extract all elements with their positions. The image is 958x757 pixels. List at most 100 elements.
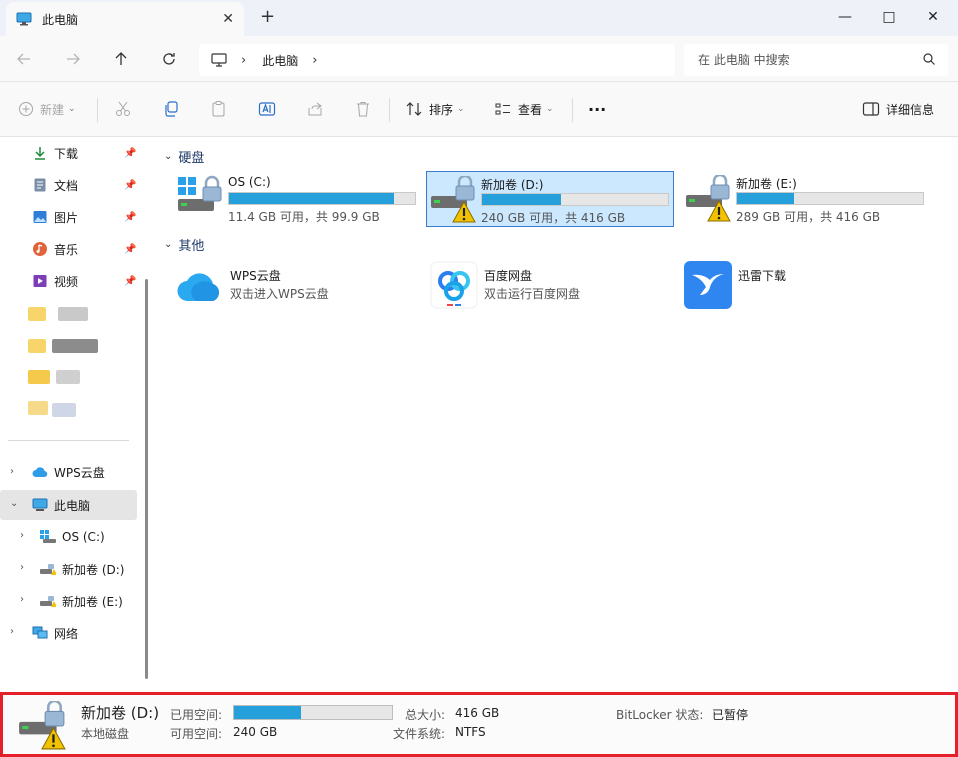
up-button[interactable] [109, 47, 133, 71]
drive-tile-d[interactable]: 新加卷 (D:) 240 GB 可用，共 416 GB [426, 171, 674, 227]
refresh-icon [163, 53, 175, 65]
app-tile-wps-cloud[interactable]: WPS云盘 双击进入WPS云盘 [176, 261, 396, 317]
drive-tile-c[interactable]: OS (C:) 11.4 GB 可用，共 99.9 GB [174, 171, 422, 227]
tab-this-pc[interactable]: 此电脑 ✕ [6, 2, 244, 36]
arrow-left-icon [17, 53, 30, 65]
sidebar-item-this-pc[interactable]: 此电脑 [32, 490, 132, 520]
search-box[interactable] [684, 44, 948, 76]
blurred-folder-label[interactable] [56, 370, 80, 384]
locked-drive-warning-icon [40, 564, 56, 575]
blurred-folder-icon[interactable] [28, 307, 46, 321]
used-space-fill [234, 706, 301, 719]
copy-button[interactable] [162, 97, 180, 121]
blurred-folder-icon[interactable] [28, 401, 48, 415]
locked-drive-warning-icon [431, 176, 476, 223]
trash-icon [357, 102, 369, 117]
chevron-right-icon[interactable]: › [20, 530, 24, 541]
refresh-button[interactable] [157, 47, 181, 71]
wps-cloud-icon [177, 273, 220, 302]
bitlocker-status-value: 已暂停 [712, 708, 749, 722]
chevron-right-icon[interactable]: › [312, 53, 317, 68]
view-button[interactable]: 查看 ⌄ [494, 97, 554, 121]
sidebar-item-wps-cloud[interactable]: WPS云盘 [32, 457, 132, 487]
chevron-right-icon[interactable]: › [10, 466, 14, 477]
blurred-folder-label[interactable] [52, 403, 76, 417]
pin-icon[interactable]: 📌 [124, 212, 136, 223]
blurred-folder-icon[interactable] [28, 370, 50, 384]
drive-free-space: 11.4 GB 可用，共 99.9 GB [228, 210, 380, 224]
pin-icon[interactable]: 📌 [124, 244, 136, 255]
cut-button[interactable] [114, 97, 132, 121]
sidebar-item-drive-c[interactable]: OS (C:) [40, 522, 140, 552]
paste-button[interactable] [210, 97, 228, 121]
blurred-folder-icon[interactable] [28, 339, 46, 353]
chevron-right-icon[interactable]: › [20, 562, 24, 573]
picture-icon [33, 211, 47, 223]
sidebar-scrollbar[interactable] [145, 279, 148, 679]
share-button[interactable] [306, 97, 324, 121]
app-name: 迅雷下载 [738, 269, 787, 283]
computer-icon [32, 498, 48, 511]
document-icon [34, 178, 46, 192]
chevron-right-icon[interactable]: › [20, 594, 24, 605]
tab-title: 此电脑 [42, 12, 79, 27]
capacity-fill [737, 193, 794, 204]
pin-icon[interactable]: 📌 [124, 148, 136, 159]
content-pane[interactable]: ⌄ 硬盘 OS (C:) 11.4 GB 可用，共 99.9 GB 新加卷 (D… [156, 137, 958, 692]
more-options-button[interactable]: ··· [588, 97, 606, 121]
new-tab-button[interactable]: + [260, 6, 275, 27]
app-tile-baidu-netdisk[interactable]: 百度网盘 双击运行百度网盘 [430, 261, 650, 317]
sort-button[interactable]: 排序 ⌄ [405, 97, 465, 121]
sidebar-item-documents[interactable]: 文档 📌 [32, 170, 142, 200]
rename-icon [258, 102, 276, 116]
sidebar-item-videos[interactable]: 视频 📌 [32, 266, 142, 296]
file-system-label: 文件系统: [393, 727, 446, 741]
back-button[interactable] [12, 47, 36, 71]
sidebar-divider [8, 440, 129, 441]
sidebar-item-drive-d[interactable]: 新加卷 (D:) [40, 554, 140, 584]
delete-button[interactable] [354, 97, 372, 121]
tab-close-icon[interactable]: ✕ [222, 11, 234, 27]
search-input[interactable] [698, 53, 918, 67]
app-tile-xunlei[interactable]: 迅雷下载 [684, 261, 904, 317]
minimize-button[interactable]: — [822, 0, 868, 34]
group-header-drives[interactable]: ⌄ 硬盘 [164, 147, 204, 166]
chevron-down-icon[interactable]: ⌄ [10, 498, 18, 509]
share-icon [308, 102, 322, 116]
search-icon[interactable] [922, 52, 936, 66]
blurred-folder-label[interactable] [52, 339, 98, 353]
arrow-up-icon [115, 52, 127, 65]
details-pane-button[interactable]: 详细信息 [862, 97, 934, 121]
sidebar-item-downloads[interactable]: 下载 📌 [32, 138, 142, 168]
navigation-pane[interactable]: 下载 📌 文档 📌 图片 📌 音乐 📌 视频 📌 › WPS云盘 ⌄ 此电脑 ›… [0, 137, 156, 692]
divider [572, 98, 573, 122]
capacity-bar [736, 192, 924, 205]
address-field[interactable]: › 此电脑 › [199, 44, 675, 76]
sidebar-item-music[interactable]: 音乐 📌 [32, 234, 142, 264]
chevron-right-icon[interactable]: › [241, 53, 246, 68]
chevron-right-icon[interactable]: › [10, 626, 14, 637]
sidebar-item-pictures[interactable]: 图片 📌 [32, 202, 142, 232]
maximize-button[interactable]: □ [866, 0, 912, 34]
drive-tile-e[interactable]: 新加卷 (E:) 289 GB 可用，共 416 GB [682, 171, 930, 227]
drive-free-space: 240 GB 可用，共 416 GB [481, 211, 626, 225]
close-window-button[interactable]: ✕ [910, 0, 956, 34]
group-title: 其他 [178, 239, 205, 254]
breadcrumb-this-pc[interactable]: 此电脑 [262, 52, 298, 69]
rename-button[interactable] [258, 97, 276, 121]
sidebar-item-network[interactable]: 网络 [32, 618, 132, 648]
pin-icon[interactable]: 📌 [124, 276, 136, 287]
forward-button[interactable] [61, 47, 85, 71]
pin-icon[interactable]: 📌 [124, 180, 136, 191]
music-icon [33, 242, 47, 256]
group-title: 硬盘 [178, 151, 205, 166]
sidebar-item-label: 下载 [54, 146, 79, 161]
blurred-folder-label[interactable] [58, 307, 88, 321]
copy-icon [165, 101, 178, 117]
group-header-other[interactable]: ⌄ 其他 [164, 235, 204, 254]
computer-icon [16, 12, 32, 26]
new-button[interactable]: 新建 ⌄ [18, 97, 76, 121]
view-label: 查看 [518, 102, 543, 117]
total-size-value: 416 GB [455, 706, 500, 720]
sidebar-item-drive-e[interactable]: 新加卷 (E:) [40, 586, 140, 616]
